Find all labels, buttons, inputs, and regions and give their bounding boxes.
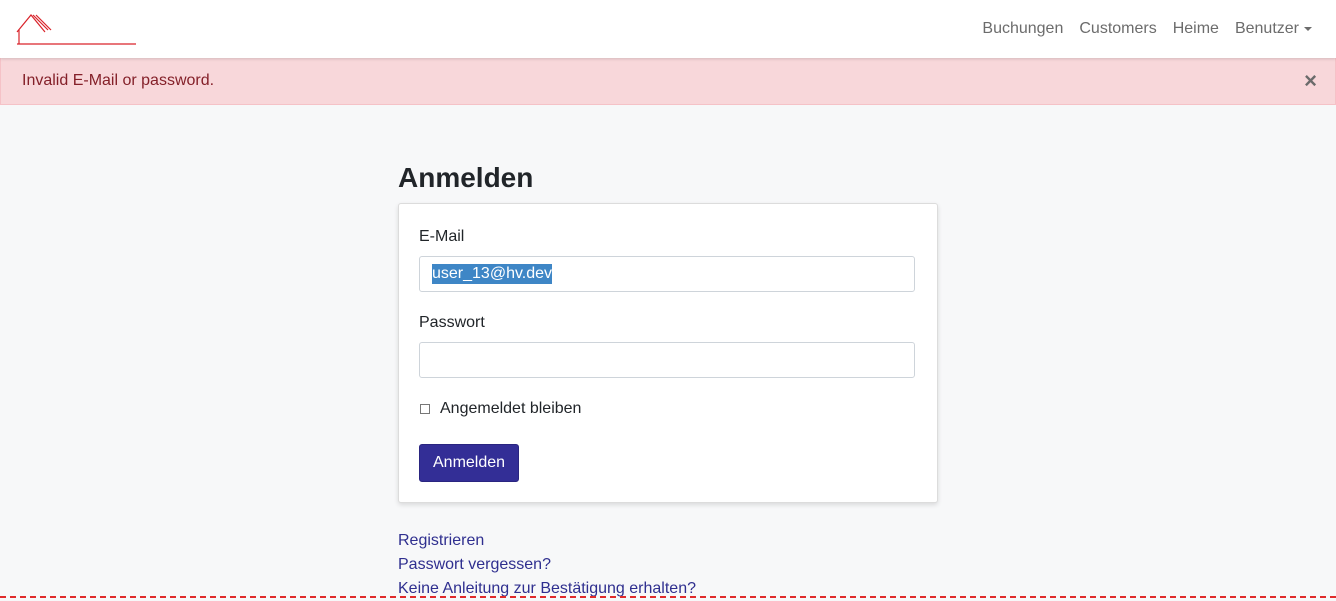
- forgot-password-link[interactable]: Passwort vergessen?: [398, 553, 696, 577]
- caret-down-icon: [1304, 27, 1312, 31]
- error-alert: Invalid E-Mail or password. ×: [0, 58, 1336, 105]
- page-title: Anmelden: [398, 162, 534, 193]
- house-logo-icon: [16, 14, 136, 45]
- auth-links: Registrieren Passwort vergessen? Keine A…: [398, 529, 696, 601]
- login-submit-button[interactable]: Anmelden: [419, 444, 520, 482]
- nav-item-customers[interactable]: Customers: [1079, 20, 1156, 38]
- password-field[interactable]: [419, 342, 915, 378]
- nav-dropdown-label: Benutzer: [1234, 20, 1299, 37]
- main-nav: Buchungen Customers Heime Benutzer: [966, 0, 1312, 58]
- remember-me-label[interactable]: Angemeldet bleiben: [440, 400, 581, 418]
- close-icon[interactable]: ×: [1304, 70, 1317, 92]
- navbar: Buchungen Customers Heime Benutzer: [0, 0, 1336, 58]
- fold-divider: [0, 596, 1336, 598]
- password-label: Passwort: [419, 314, 485, 331]
- email-label: E-Mail: [419, 228, 465, 245]
- nav-item-benutzer-dropdown[interactable]: Benutzer: [1235, 20, 1312, 38]
- email-value: user_13@hv.dev: [432, 264, 553, 284]
- nav-item-buchungen[interactable]: Buchungen: [982, 20, 1063, 38]
- alert-message: Invalid E-Mail or password.: [22, 72, 215, 89]
- login-card: E-Mail user_13@hv.dev Passwort Angemelde…: [398, 203, 938, 503]
- nav-item-heime[interactable]: Heime: [1173, 20, 1219, 38]
- register-link[interactable]: Registrieren: [398, 529, 696, 553]
- remember-me-checkbox[interactable]: [420, 404, 430, 414]
- email-field[interactable]: user_13@hv.dev: [419, 256, 915, 292]
- brand-logo[interactable]: [15, 12, 137, 46]
